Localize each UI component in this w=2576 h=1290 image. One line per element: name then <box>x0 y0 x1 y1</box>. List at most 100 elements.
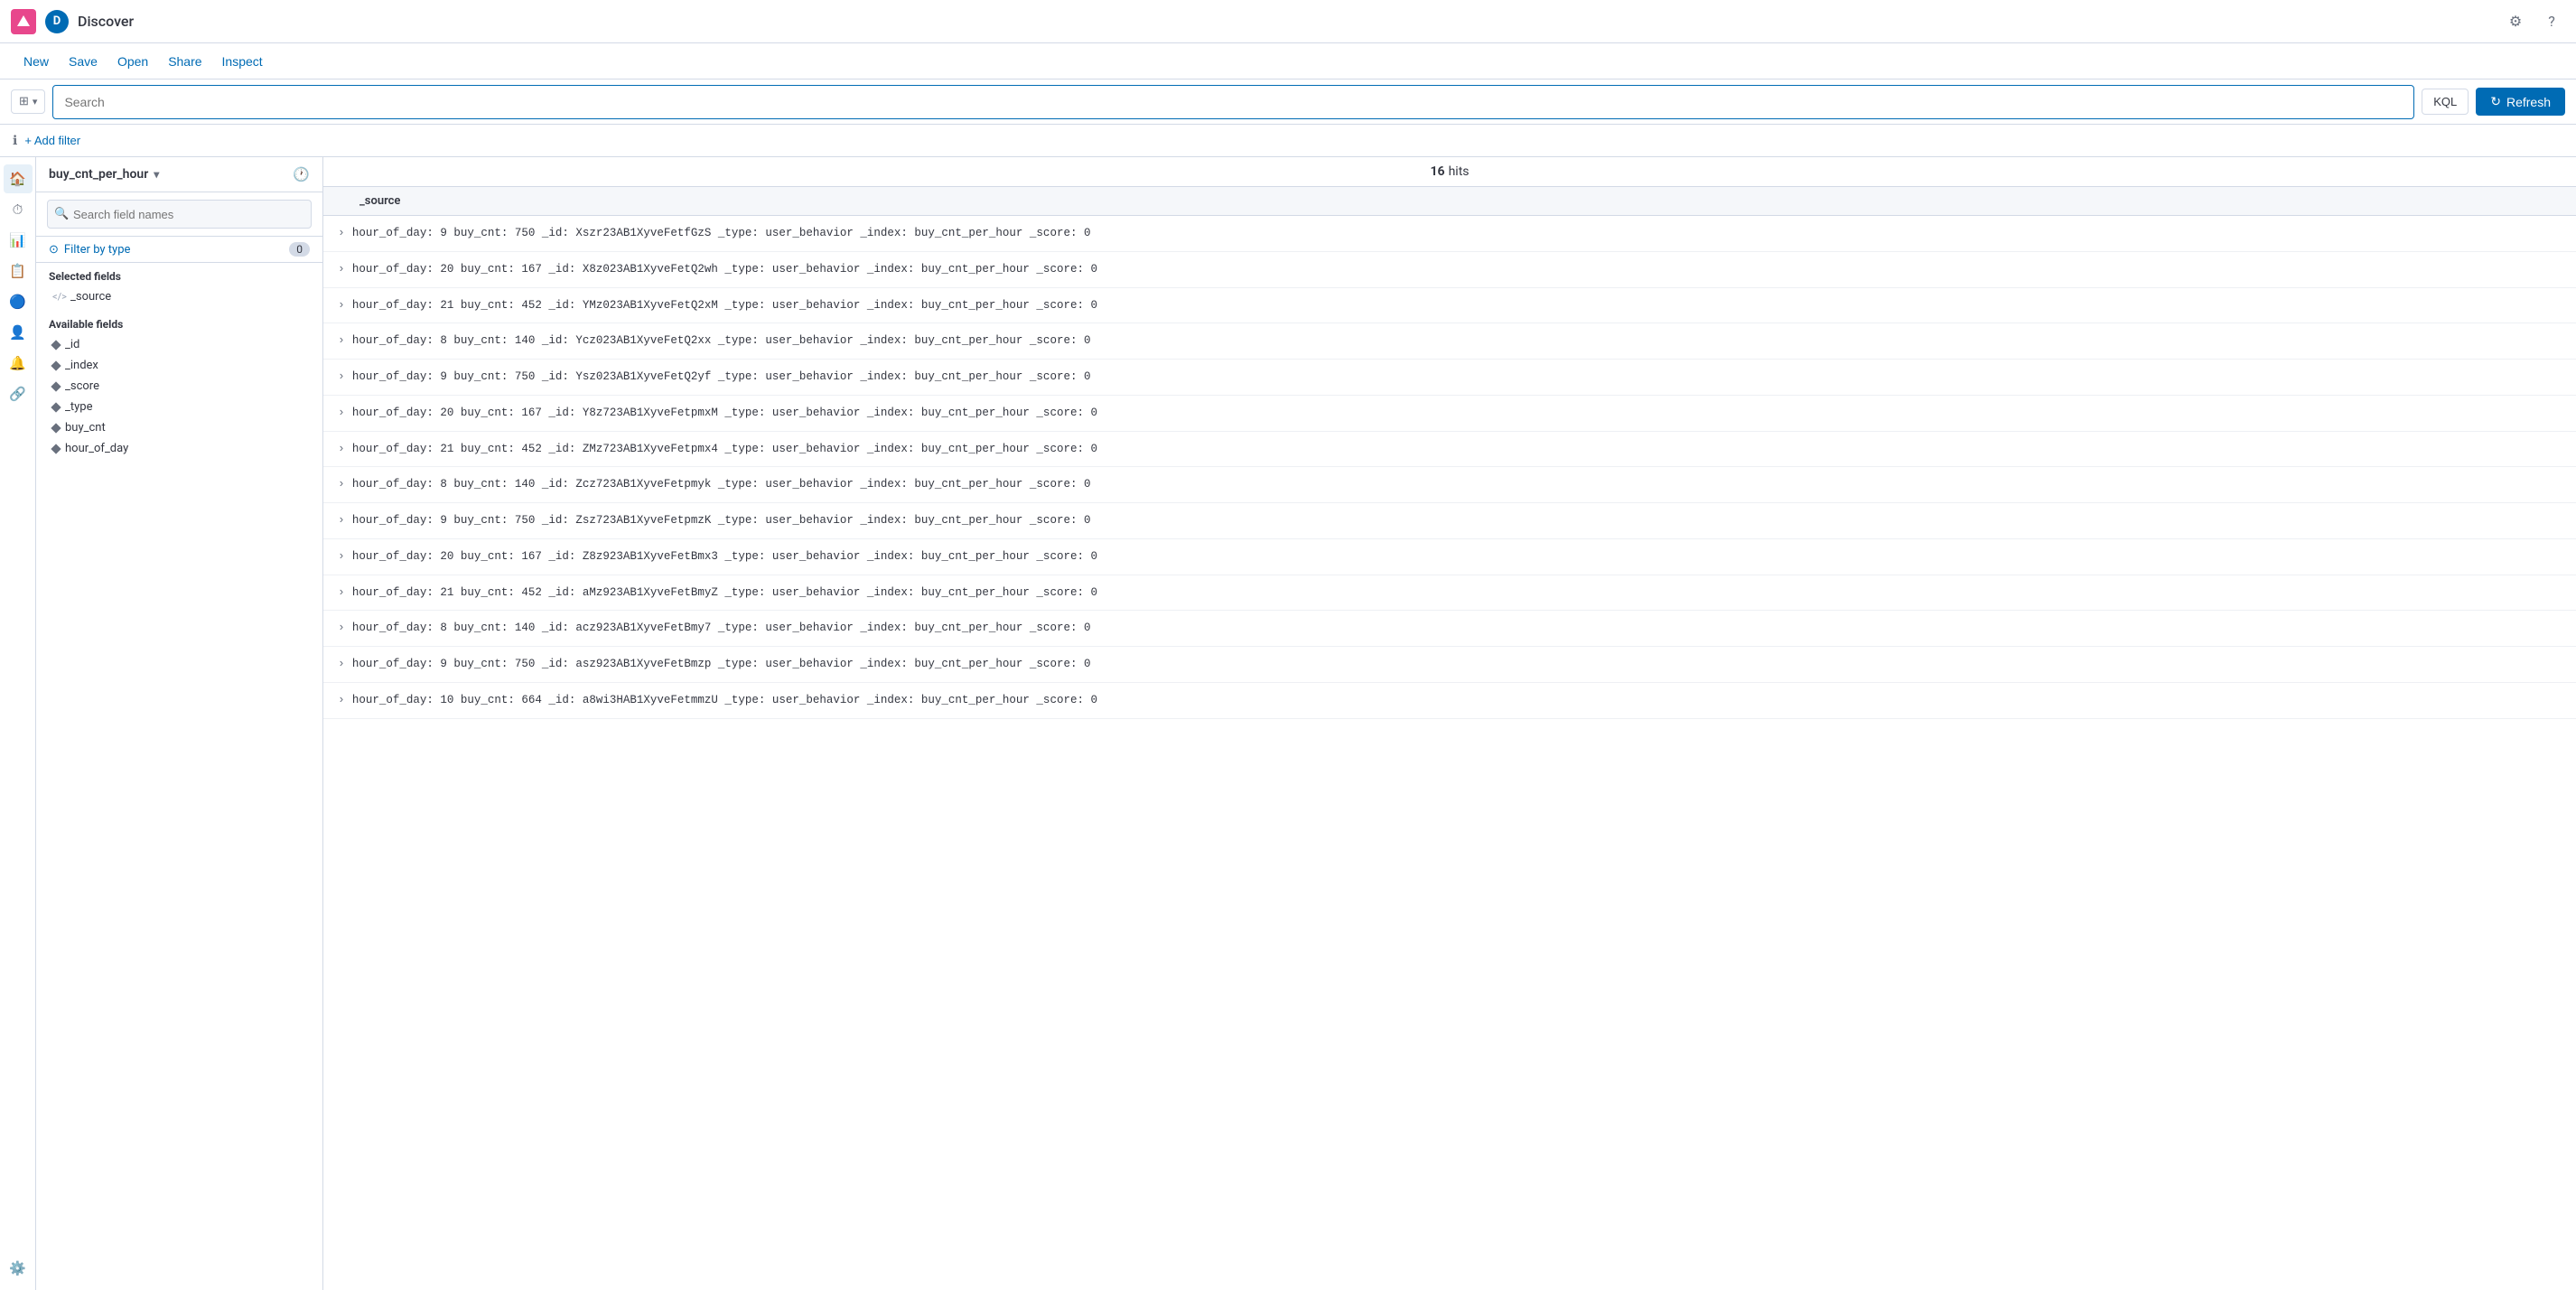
expand-row-icon[interactable]: › <box>338 693 345 706</box>
expand-row-icon[interactable]: › <box>338 369 345 383</box>
row-content: hour_of_day: 10 buy_cnt: 664 _id: a8wi3H… <box>352 692 2562 709</box>
nav-icon-charts[interactable]: 📊 <box>4 226 33 255</box>
table-row[interactable]: › hour_of_day: 20 buy_cnt: 167 _id: X8z02… <box>323 252 2576 288</box>
field-item-source[interactable]: </> _source <box>49 286 310 307</box>
expand-row-icon[interactable]: › <box>338 477 345 491</box>
search-fields-input[interactable] <box>47 200 312 229</box>
field-item-buy-cnt[interactable]: buy_cnt <box>49 417 310 438</box>
nav-icon-link[interactable]: 🔗 <box>4 379 33 408</box>
row-content: hour_of_day: 9 buy_cnt: 750 _id: asz923A… <box>352 656 2562 673</box>
index-selector-icon: ⊞ <box>19 95 29 108</box>
table-row[interactable]: ›hour_of_day: 9 buy_cnt: 750 _id: Zsz723… <box>323 503 2576 539</box>
row-content: hour_of_day: 9 buy_cnt: 750 _id: Xszr23A… <box>352 225 2562 242</box>
clock-icon[interactable]: 🕐 <box>293 166 310 182</box>
available-fields-section: Available fields _id _index _score _type… <box>36 311 322 1290</box>
results-list[interactable]: › hour_of_day: 9 buy_cnt: 750 _id: Xszr23… <box>323 216 2576 1290</box>
index-logo: D <box>45 10 69 33</box>
chevron-down-icon: ▾ <box>154 168 159 181</box>
row-content: hour_of_day: 21 buy_cnt: 452 _id: aMz923… <box>352 584 2562 602</box>
field-item-index[interactable]: _index <box>49 355 310 376</box>
expand-row-icon[interactable]: › <box>338 406 345 419</box>
table-row[interactable]: › hour_of_day: 10 buy_cnt: 664 _id: a8wi3… <box>323 683 2576 719</box>
field-item-id[interactable]: _id <box>49 334 310 355</box>
row-content: hour_of_day: 9 buy_cnt: 750 _id: Ysz023A… <box>352 369 2562 386</box>
hits-count: 16 <box>1431 164 1445 179</box>
table-row[interactable]: › hour_of_day: 9 buy_cnt: 750 _id: Ysz023… <box>323 360 2576 396</box>
filter-by-type[interactable]: ⊙ Filter by type 0 <box>36 237 322 263</box>
help-icon[interactable]: ? <box>2538 8 2565 35</box>
expand-row-icon[interactable]: › <box>338 585 345 599</box>
nav-icon-settings[interactable]: ⚙️ <box>4 1254 33 1283</box>
expand-row-icon[interactable]: › <box>338 333 345 347</box>
table-row[interactable]: › hour_of_day: 21 buy_cnt: 452 _id: YMz02… <box>323 288 2576 324</box>
refresh-button[interactable]: ↻ Refresh <box>2476 88 2565 116</box>
index-header: buy_cnt_per_hour ▾ 🕐 <box>36 157 322 192</box>
table-row[interactable]: › hour_of_day: 9 buy_cnt: 750 _id: Xszr23… <box>323 216 2576 252</box>
settings-icon[interactable]: ⚙ <box>2502 8 2529 35</box>
share-button[interactable]: Share <box>159 50 210 73</box>
nav-icon-list[interactable]: 📋 <box>4 257 33 285</box>
selected-fields-title: Selected fields <box>49 270 310 283</box>
selected-fields-section: Selected fields </> _source <box>36 263 322 311</box>
table-row[interactable]: ›hour_of_day: 20 buy_cnt: 167 _id: Z8z92… <box>323 539 2576 575</box>
index-field-name: _index <box>65 359 98 372</box>
nav-icon-circle[interactable]: 🔵 <box>4 287 33 316</box>
hour-of-day-field-name: hour_of_day <box>65 442 128 455</box>
table-row[interactable]: ›hour_of_day: 20 buy_cnt: 167 _id: Y8z72… <box>323 396 2576 432</box>
expand-row-icon[interactable]: › <box>338 513 345 527</box>
search-input[interactable] <box>52 85 2414 119</box>
table-row[interactable]: › hour_of_day: 8 buy_cnt: 140 _id: Zcz723… <box>323 467 2576 503</box>
hour-of-day-field-icon <box>51 444 61 453</box>
left-nav: 🏠 ⏱ 📊 📋 🔵 👤 🔔 🔗 ⚙️ <box>0 157 36 1290</box>
nav-icon-clock[interactable]: ⏱ <box>4 195 33 224</box>
expand-row-icon[interactable]: › <box>338 262 345 276</box>
source-field-icon: </> <box>52 291 65 303</box>
nav-icon-user[interactable]: 👤 <box>4 318 33 347</box>
type-field-name: _type <box>65 400 92 414</box>
filter-count-badge: 0 <box>289 242 310 257</box>
nav-icon-discover[interactable]: 🏠 <box>4 164 33 193</box>
kql-button[interactable]: KQL <box>2422 89 2469 115</box>
id-field-icon <box>51 340 61 350</box>
sidebar: buy_cnt_per_hour ▾ 🕐 🔍 ⊙ Filter by type … <box>36 157 323 1290</box>
expand-row-icon[interactable]: › <box>338 442 345 455</box>
score-field-name: _score <box>65 379 99 393</box>
nav-icon-bell[interactable]: 🔔 <box>4 349 33 378</box>
content-area: 16 hits _source ›hour_of_day: 9 buy_cnt:… <box>323 157 2576 1290</box>
info-icon: ℹ <box>13 134 17 148</box>
index-selector[interactable]: ⊞ ▾ <box>11 89 45 114</box>
table-row[interactable]: › hour_of_day: 9 buy_cnt: 750 _id: asz923… <box>323 647 2576 683</box>
new-button[interactable]: New <box>14 50 58 73</box>
field-item-score[interactable]: _score <box>49 376 310 397</box>
table-row[interactable]: › hour_of_day: 21 buy_cnt: 452 _id: aMz92… <box>323 575 2576 612</box>
inspect-button[interactable]: Inspect <box>213 50 272 73</box>
row-content: hour_of_day: 20 buy_cnt: 167 _id: X8z023… <box>352 261 2562 278</box>
refresh-icon: ↻ <box>2490 94 2501 109</box>
app-logo <box>11 9 36 34</box>
row-content: hour_of_day: 8 buy_cnt: 140 _id: Zcz723A… <box>352 476 2562 493</box>
expand-row-icon[interactable]: › <box>338 549 345 563</box>
expand-row-icon[interactable]: › <box>338 621 345 634</box>
filter-icon: ⊙ <box>49 243 59 257</box>
index-field-icon <box>51 360 61 370</box>
expand-row-icon[interactable]: › <box>338 298 345 312</box>
index-name-selector[interactable]: buy_cnt_per_hour ▾ <box>49 167 159 182</box>
field-item-hour-of-day[interactable]: hour_of_day <box>49 438 310 459</box>
row-content: hour_of_day: 21 buy_cnt: 452 _id: YMz023… <box>352 297 2562 314</box>
expand-row-icon[interactable]: › <box>338 226 345 239</box>
table-header: _source <box>323 187 2576 216</box>
open-button[interactable]: Open <box>108 50 157 73</box>
field-item-type[interactable]: _type <box>49 397 310 417</box>
table-row[interactable]: › hour_of_day: 8 buy_cnt: 140 _id: acz923… <box>323 611 2576 647</box>
chevron-down-icon: ▾ <box>33 96 38 108</box>
available-fields-title: Available fields <box>49 318 310 331</box>
source-header: _source <box>359 194 400 208</box>
search-fields-wrapper: 🔍 <box>47 200 312 229</box>
save-button[interactable]: Save <box>60 50 107 73</box>
add-filter-button[interactable]: + Add filter <box>24 134 80 147</box>
row-content: hour_of_day: 8 buy_cnt: 140 _id: Ycz023A… <box>352 332 2562 350</box>
table-row[interactable]: › hour_of_day: 8 buy_cnt: 140 _id: Ycz023… <box>323 323 2576 360</box>
expand-row-icon[interactable]: › <box>338 657 345 670</box>
row-content: hour_of_day: 8 buy_cnt: 140 _id: acz923A… <box>352 620 2562 637</box>
table-row[interactable]: ›hour_of_day: 21 buy_cnt: 452 _id: ZMz72… <box>323 432 2576 468</box>
